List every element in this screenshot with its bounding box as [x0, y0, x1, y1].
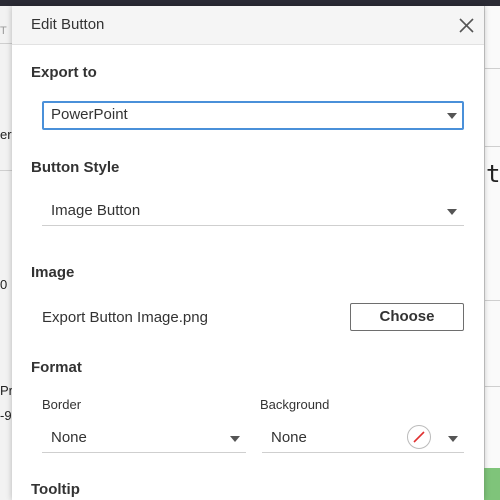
background-right-panel: [484, 6, 500, 500]
background-fragment: t: [486, 160, 500, 188]
background-divider: [0, 170, 12, 171]
button-style-heading: Button Style: [31, 159, 120, 176]
background-fragment: 0: [0, 277, 8, 292]
caret-down-icon: [447, 209, 457, 215]
background-fragment: er: [0, 127, 12, 142]
caret-down-icon: [448, 436, 458, 442]
export-to-heading: Export to: [31, 64, 97, 81]
background-accent: [484, 468, 500, 500]
dialog-title: Edit Button: [31, 16, 105, 33]
export-to-value: PowerPoint: [51, 106, 128, 123]
background-divider: [484, 300, 500, 301]
edit-button-dialog: Edit Button Export to PowerPoint Button …: [12, 6, 484, 500]
border-dropdown[interactable]: None: [42, 425, 246, 453]
border-label: Border: [42, 397, 82, 412]
background-label: Background: [260, 397, 330, 412]
image-heading: Image: [31, 264, 75, 281]
background-color-swatch[interactable]: [407, 425, 431, 449]
format-heading: Format: [31, 359, 82, 376]
tooltip-heading: Tooltip: [31, 481, 80, 498]
caret-down-icon: [447, 113, 457, 119]
background-value: None: [271, 429, 307, 446]
button-style-dropdown[interactable]: Image Button: [42, 198, 464, 226]
image-filename: Export Button Image.png: [42, 309, 208, 326]
background-fragment: -9: [0, 408, 12, 423]
background-divider: [484, 68, 500, 69]
background-dropdown[interactable]: None: [262, 425, 464, 453]
button-style-value: Image Button: [51, 202, 141, 219]
no-color-icon: [413, 431, 425, 443]
export-to-dropdown[interactable]: PowerPoint: [42, 101, 464, 130]
background-fragment: T: [0, 25, 7, 37]
background-divider: [0, 43, 12, 44]
background-divider: [484, 146, 500, 147]
close-icon[interactable]: [458, 17, 475, 34]
caret-down-icon: [230, 436, 240, 442]
choose-button[interactable]: Choose: [350, 303, 464, 331]
dialog-title-bar: Edit Button: [12, 6, 484, 45]
border-value: None: [51, 429, 87, 446]
background-divider: [484, 386, 500, 387]
